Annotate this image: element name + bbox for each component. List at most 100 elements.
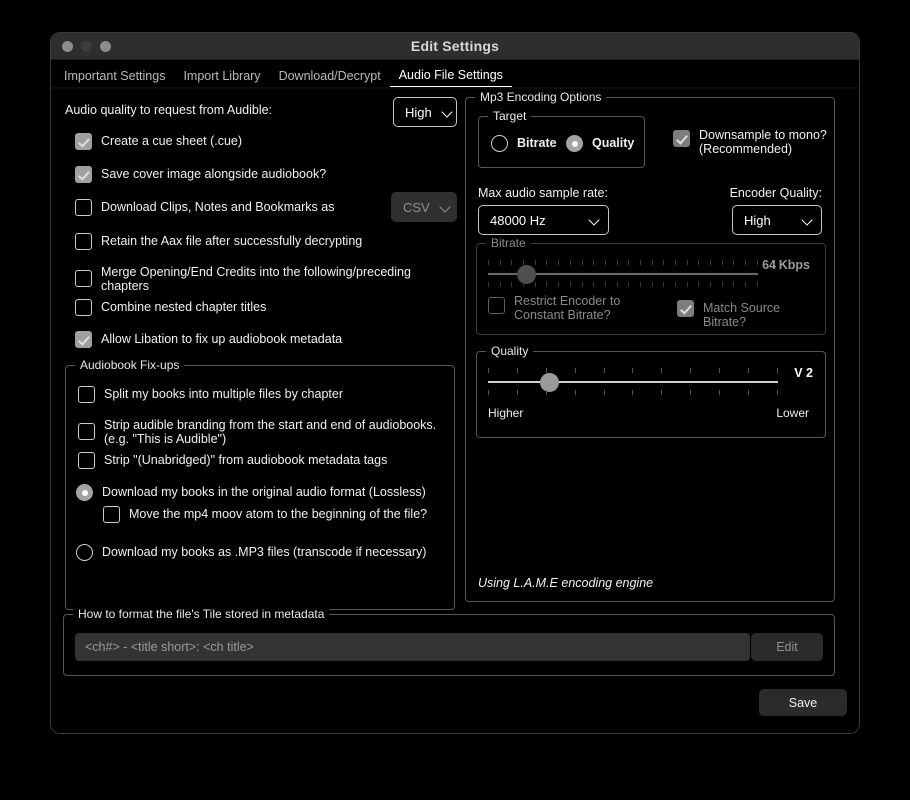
sample-rate-label: Max audio sample rate:	[478, 186, 608, 200]
audio-quality-dropdown[interactable]: High	[393, 97, 457, 127]
tab-audio-file-settings[interactable]: Audio File Settings	[389, 68, 512, 87]
downsample-mono-label-line2: (Recommended)	[699, 142, 793, 156]
title-format-legend: How to format the file's Tile stored in …	[73, 607, 330, 621]
save-cover-image-checkbox[interactable]	[75, 166, 92, 183]
match-source-bitrate-label: Match Source Bitrate?	[703, 301, 781, 329]
combine-chapter-titles-checkbox[interactable]	[75, 299, 92, 316]
strip-branding-checkbox[interactable]	[78, 423, 95, 440]
bitrate-group: Bitrate 64 Kbps Restrict Encoder to Cons…	[476, 236, 826, 335]
quality-group: Quality V 2 Higher Lower	[476, 344, 826, 438]
download-lossless-row[interactable]: Download my books in the original audio …	[76, 484, 426, 501]
target-legend: Target	[488, 109, 532, 123]
download-mp3-row[interactable]: Download my books as .MP3 files (transco…	[76, 544, 426, 561]
strip-branding-row[interactable]: Strip audible branding from the start an…	[78, 418, 443, 446]
bitrate-unit: Kbps	[778, 258, 810, 272]
retain-aax-checkbox[interactable]	[75, 233, 92, 250]
download-clips-checkbox[interactable]	[75, 199, 92, 216]
merge-credits-label: Merge Opening/End Credits into the follo…	[101, 265, 411, 293]
window-title: Edit Settings	[410, 38, 500, 54]
combine-chapter-titles-label: Combine nested chapter titles	[101, 300, 267, 314]
edit-button[interactable]: Edit	[751, 633, 823, 661]
download-mp3-radio[interactable]	[76, 544, 93, 561]
downsample-mono-checkbox[interactable]	[673, 130, 690, 147]
target-quality-label: Quality	[592, 136, 635, 150]
quality-low-label: Higher	[488, 406, 524, 420]
audiobook-fixups-legend: Audiobook Fix-ups	[75, 358, 185, 372]
settings-body: Audio quality to request from Audible: H…	[51, 89, 859, 733]
encoder-quality-label: Encoder Quality:	[729, 186, 822, 200]
strip-unabridged-row[interactable]: Strip "(Unabridged)" from audiobook meta…	[78, 452, 387, 469]
sample-rate-value: 48000 Hz	[490, 212, 546, 228]
target-bitrate-row[interactable]: Bitrate	[491, 135, 557, 152]
save-cover-image-label: Save cover image alongside audiobook?	[101, 167, 327, 181]
audiobook-fixups-group: Audiobook Fix-ups Split my books into mu…	[65, 358, 455, 610]
target-bitrate-label: Bitrate	[517, 136, 557, 150]
chevron-down-icon	[802, 215, 813, 226]
quality-value: V 2	[794, 366, 813, 380]
fixup-metadata-checkbox[interactable]	[75, 331, 92, 348]
title-format-input[interactable]: <ch#> - <title short>: <ch title>	[75, 633, 750, 661]
save-button[interactable]: Save	[759, 689, 847, 716]
retain-aax-label: Retain the Aax file after successfully d…	[101, 234, 363, 248]
strip-unabridged-checkbox[interactable]	[78, 452, 95, 469]
quality-ticks-top	[488, 368, 778, 373]
split-books-checkbox[interactable]	[78, 386, 95, 403]
downsample-mono-row[interactable]: Downsample to mono? (Recommended)	[673, 128, 833, 156]
move-moov-atom-row[interactable]: Move the mp4 moov atom to the beginning …	[103, 506, 427, 523]
quality-slider-track	[488, 381, 778, 383]
quality-ticks-bottom	[488, 390, 778, 395]
download-lossless-radio[interactable]	[76, 484, 93, 501]
create-cue-sheet-label: Create a cue sheet (.cue)	[101, 134, 243, 148]
bitrate-slider[interactable]: 64 Kbps	[488, 258, 810, 290]
move-moov-atom-checkbox[interactable]	[103, 506, 120, 523]
target-bitrate-radio[interactable]	[491, 135, 508, 152]
sample-rate-dropdown[interactable]: 48000 Hz	[478, 205, 609, 235]
download-mp3-label: Download my books as .MP3 files (transco…	[102, 545, 427, 559]
create-cue-sheet-row[interactable]: Create a cue sheet (.cue)	[75, 133, 242, 150]
mp3-encoding-options-legend: Mp3 Encoding Options	[475, 90, 607, 104]
strip-branding-label: Strip audible branding from the start an…	[104, 418, 437, 446]
encoder-quality-value: High	[744, 212, 771, 228]
quality-slider[interactable]: V 2	[488, 366, 813, 398]
target-quality-radio[interactable]	[566, 135, 583, 152]
quality-high-label: Lower	[776, 406, 809, 420]
quality-legend: Quality	[486, 344, 534, 358]
merge-credits-row[interactable]: Merge Opening/End Credits into the follo…	[75, 265, 440, 293]
target-quality-row[interactable]: Quality	[566, 135, 634, 152]
download-lossless-label: Download my books in the original audio …	[102, 485, 426, 499]
edit-settings-window: Edit Settings Important Settings Import …	[50, 32, 860, 734]
restrict-cbr-checkbox[interactable]	[488, 297, 505, 314]
split-books-label: Split my books into multiple files by ch…	[104, 387, 343, 401]
match-source-bitrate-row[interactable]: Match Source Bitrate?	[677, 300, 825, 329]
encoder-quality-dropdown[interactable]: High	[732, 205, 822, 235]
title-format-placeholder: <ch#> - <title short>: <ch title>	[85, 640, 254, 654]
download-clips-label: Download Clips, Notes and Bookmarks as	[101, 200, 335, 214]
download-clips-row[interactable]: Download Clips, Notes and Bookmarks as	[75, 199, 334, 216]
fixup-metadata-row[interactable]: Allow Libation to fix up audiobook metad…	[75, 331, 342, 348]
match-source-bitrate-checkbox[interactable]	[677, 300, 694, 317]
mp3-encoding-options-group: Mp3 Encoding Options Target Bitrate Qual…	[465, 90, 835, 602]
encoding-engine-note: Using L.A.M.E encoding engine	[478, 576, 654, 590]
tab-important-settings[interactable]: Important Settings	[55, 69, 174, 87]
tab-download-decrypt[interactable]: Download/Decrypt	[270, 69, 390, 87]
chevron-down-icon	[589, 215, 600, 226]
save-cover-image-row[interactable]: Save cover image alongside audiobook?	[75, 166, 326, 183]
tab-import-library[interactable]: Import Library	[174, 69, 269, 87]
retain-aax-row[interactable]: Retain the Aax file after successfully d…	[75, 233, 362, 250]
create-cue-sheet-checkbox[interactable]	[75, 133, 92, 150]
split-books-row[interactable]: Split my books into multiple files by ch…	[78, 386, 343, 403]
fixup-metadata-label: Allow Libation to fix up audiobook metad…	[101, 332, 343, 346]
bitrate-value: 64	[762, 258, 776, 272]
tab-bar: Important Settings Import Library Downlo…	[51, 60, 859, 88]
downsample-mono-label-line1: Downsample to mono?	[699, 128, 827, 142]
combine-chapter-titles-row[interactable]: Combine nested chapter titles	[75, 299, 266, 316]
bitrate-ticks-bottom	[488, 282, 758, 287]
restrict-cbr-row[interactable]: Restrict Encoder to Constant Bitrate?	[488, 294, 648, 322]
bitrate-legend: Bitrate	[486, 236, 531, 250]
restrict-cbr-label-line1: Restrict Encoder to	[514, 294, 621, 308]
merge-credits-checkbox[interactable]	[75, 270, 92, 287]
target-group: Target Bitrate Quality	[478, 109, 645, 168]
chevron-down-icon	[440, 202, 448, 213]
clips-format-dropdown[interactable]: CSV	[391, 192, 457, 222]
audio-quality-label: Audio quality to request from Audible:	[65, 103, 273, 117]
